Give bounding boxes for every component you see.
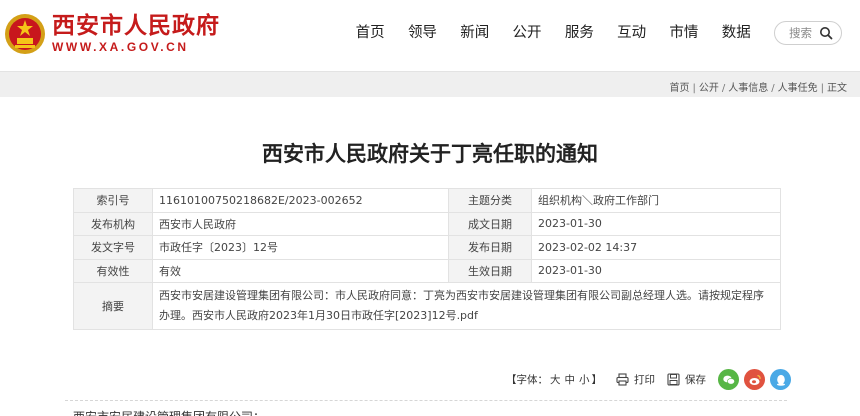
search-box[interactable]: 搜索 bbox=[774, 21, 842, 45]
meta-value: 2023-01-30 bbox=[531, 258, 781, 283]
meta-value: 组织机构＼政府工作部门 bbox=[531, 188, 781, 213]
breadcrumb-personnel[interactable]: 人事信息 bbox=[728, 83, 768, 94]
save-icon bbox=[667, 373, 680, 386]
search-input[interactable]: 搜索 bbox=[789, 25, 812, 41]
article-panel: 西安市人民政府关于丁亮任职的通知 索引号 11610100750218682E/… bbox=[0, 97, 860, 416]
nav-item-interact[interactable]: 互动 bbox=[605, 20, 657, 46]
table-row: 有效性 有效 生效日期 2023-01-30 bbox=[73, 258, 781, 283]
breadcrumb-separator: / bbox=[721, 83, 726, 94]
main-nav: 首页 领导 新闻 公开 服务 互动 市情 数据 bbox=[344, 20, 762, 46]
nav-item-data[interactable]: 数据 bbox=[710, 20, 762, 46]
breadcrumb-current: 正文 bbox=[827, 83, 847, 94]
font-medium-button[interactable]: 中 bbox=[565, 374, 576, 386]
meta-value: 西安市人民政府 bbox=[152, 211, 449, 236]
wechat-icon bbox=[722, 375, 735, 385]
meta-value: 有效 bbox=[152, 258, 449, 283]
site-url: WWW.XA.GOV.CN bbox=[52, 40, 189, 54]
meta-value: 11610100750218682E/2023-002652 bbox=[152, 188, 449, 213]
font-size-switcher: 【字体：大中小】 bbox=[506, 372, 602, 387]
breadcrumb-separator: | bbox=[820, 83, 824, 94]
share-weibo-button[interactable] bbox=[744, 369, 765, 390]
save-label: 保存 bbox=[685, 374, 706, 386]
nav-item-services[interactable]: 服务 bbox=[553, 20, 605, 46]
abstract-text: 西安市安居建设管理集团有限公司：市人民政府同意：丁亮为西安市安居建设管理集团有限… bbox=[152, 282, 781, 330]
share-qq-button[interactable] bbox=[770, 369, 791, 390]
article-body-start: 西安市安居建设管理集团有限公司： bbox=[73, 408, 265, 416]
font-large-button[interactable]: 大 bbox=[550, 374, 561, 386]
site-name: 西安市人民政府 bbox=[52, 13, 220, 39]
font-small-button[interactable]: 小 bbox=[579, 374, 590, 386]
meta-label: 发布机构 bbox=[73, 211, 153, 236]
font-size-bracket: 】 bbox=[591, 374, 603, 386]
share-wechat-button[interactable] bbox=[718, 369, 739, 390]
meta-label: 发布日期 bbox=[448, 235, 532, 260]
breadcrumb-public[interactable]: 公开 bbox=[699, 83, 719, 94]
search-icon[interactable] bbox=[819, 26, 833, 40]
national-emblem-icon bbox=[5, 14, 45, 54]
print-label: 打印 bbox=[634, 374, 655, 386]
save-button[interactable]: 保存 bbox=[667, 372, 706, 387]
nav-item-public[interactable]: 公开 bbox=[501, 20, 553, 46]
meta-label: 索引号 bbox=[73, 188, 153, 213]
qq-icon bbox=[776, 374, 785, 386]
printer-icon bbox=[616, 373, 629, 386]
meta-label: 有效性 bbox=[73, 258, 153, 283]
document-meta-table: 索引号 11610100750218682E/2023-002652 主题分类 … bbox=[73, 188, 781, 330]
meta-value: 2023-02-02 14:37 bbox=[531, 235, 781, 260]
table-row: 发文字号 市政任字〔2023〕12号 发布日期 2023-02-02 14:37 bbox=[73, 235, 781, 260]
table-row: 索引号 11610100750218682E/2023-002652 主题分类 … bbox=[73, 188, 781, 213]
table-row: 摘要 西安市安居建设管理集团有限公司：市人民政府同意：丁亮为西安市安居建设管理集… bbox=[73, 282, 781, 330]
meta-label: 生效日期 bbox=[448, 258, 532, 283]
breadcrumb-separator: | bbox=[692, 83, 696, 94]
breadcrumb-home[interactable]: 首页 bbox=[670, 83, 690, 94]
meta-label: 主题分类 bbox=[448, 188, 532, 213]
divider bbox=[65, 400, 787, 401]
nav-item-home[interactable]: 首页 bbox=[344, 20, 396, 46]
meta-label: 成文日期 bbox=[448, 211, 532, 236]
nav-item-city[interactable]: 市情 bbox=[658, 20, 710, 46]
nav-item-leaders[interactable]: 领导 bbox=[396, 20, 448, 46]
nav-item-news[interactable]: 新闻 bbox=[449, 20, 501, 46]
meta-label: 发文字号 bbox=[73, 235, 153, 260]
meta-value: 市政任字〔2023〕12号 bbox=[152, 235, 449, 260]
table-row: 发布机构 西安市人民政府 成文日期 2023-01-30 bbox=[73, 211, 781, 236]
site-logo[interactable]: 西安市人民政府 WWW.XA.GOV.CN bbox=[4, 8, 220, 60]
breadcrumb-separator: / bbox=[771, 83, 775, 94]
print-button[interactable]: 打印 bbox=[616, 372, 655, 387]
breadcrumb: 首页 | 公开 / 人事信息 / 人事任免 | 正文 bbox=[670, 79, 848, 94]
article-toolbar: 【字体：大中小】 打印 保存 bbox=[506, 369, 796, 390]
font-size-label: 【字体： bbox=[506, 374, 548, 386]
meta-label: 摘要 bbox=[73, 282, 153, 330]
meta-value: 2023-01-30 bbox=[531, 211, 781, 236]
page-title: 西安市人民政府关于丁亮任职的通知 bbox=[262, 142, 598, 166]
weibo-icon bbox=[749, 374, 761, 385]
site-header: 西安市人民政府 WWW.XA.GOV.CN 首页 领导 新闻 公开 服务 互动 … bbox=[0, 0, 860, 72]
breadcrumb-appointments[interactable]: 人事任免 bbox=[778, 83, 818, 94]
